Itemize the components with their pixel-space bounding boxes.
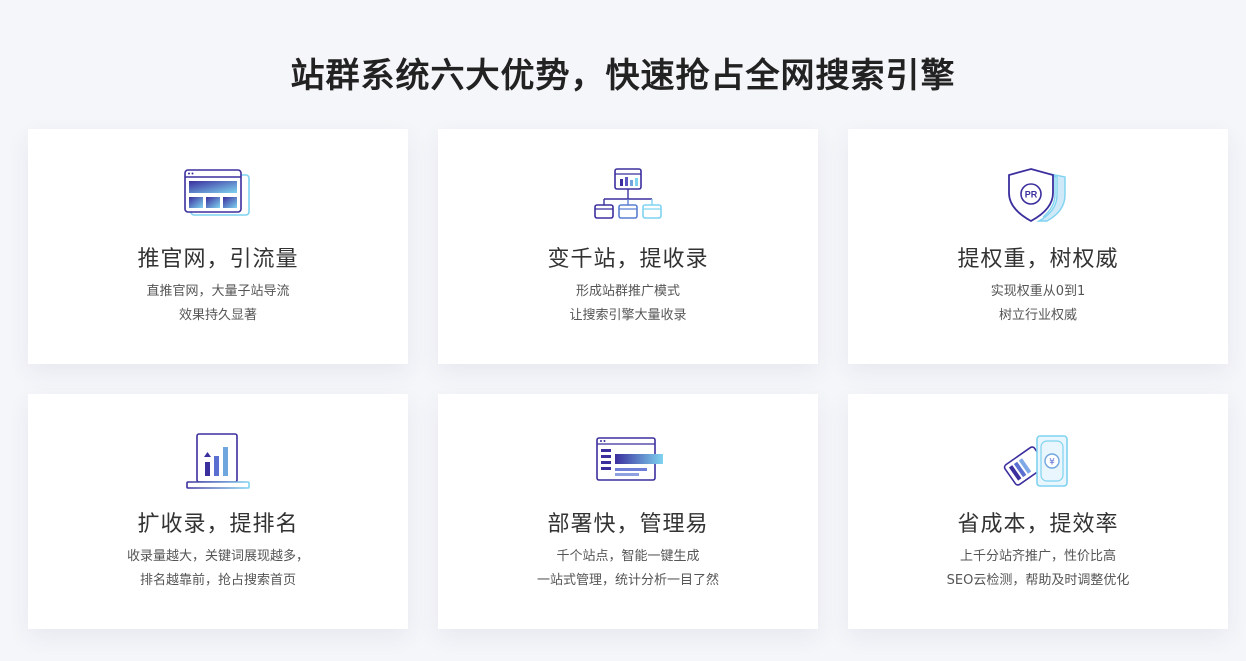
pr-shield-icon: PR xyxy=(1008,168,1066,223)
card-title: 部署快，管理易 xyxy=(547,512,709,537)
card-desc-line2: 让搜索引擎大量收录 xyxy=(569,308,687,323)
card-title: 变千站，提收录 xyxy=(547,247,709,272)
page-title: 站群系统六大优势，快速抢占全网搜索引擎 xyxy=(290,56,956,96)
advantage-card-ranking: 扩收录，提排名 收录量越大，关键词展现越多， 排名越靠前，抢占搜索首页 xyxy=(28,394,408,629)
card-desc-line1: 实现权重从0到1 xyxy=(990,284,1086,299)
card-desc-line2: 树立行业权威 xyxy=(998,308,1077,323)
svg-text:PR: PR xyxy=(1025,190,1038,200)
card-title: 推官网，引流量 xyxy=(137,247,299,272)
card-title: 省成本，提效率 xyxy=(957,512,1119,537)
advantage-card-authority: PR 提权重，树权威 实现权重从0到1 树立行业权威 xyxy=(848,129,1228,364)
advantage-card-management: 部署快，管理易 千个站点，智能一键生成 一站式管理，统计分析一目了然 xyxy=(438,394,818,629)
card-desc-line1: 收录量越大，关键词展现越多， xyxy=(126,549,309,564)
advantage-card-traffic: 推官网，引流量 直推官网，大量子站导流 效果持久显著 xyxy=(28,129,408,364)
advantages-grid: 推官网，引流量 直推官网，大量子站导流 效果持久显著 变千站，提收录 形成站群推… xyxy=(28,129,1228,629)
card-desc-line2: 排名越靠前，抢占搜索首页 xyxy=(139,573,296,588)
card-desc-line1: 千个站点，智能一键生成 xyxy=(556,549,700,564)
advantage-card-indexing: 变千站，提收录 形成站群推广模式 让搜索引擎大量收录 xyxy=(438,129,818,364)
card-desc-line2: 效果持久显著 xyxy=(178,308,257,323)
money-cards-icon: ¥ xyxy=(1003,435,1068,487)
card-desc-line2: SEO云检测，帮助及时调整优化 xyxy=(946,573,1130,588)
card-desc-line1: 上千分站齐推广，性价比高 xyxy=(959,549,1116,564)
card-title: 扩收录，提排名 xyxy=(137,512,299,537)
advantage-card-cost: ¥ 省成本，提效率 上千分站齐推广，性价比高 SEO云检测，帮助及时调整优化 xyxy=(848,394,1228,629)
card-title: 提权重，树权威 xyxy=(957,247,1119,272)
svg-text:¥: ¥ xyxy=(1049,458,1055,468)
sitemap-icon xyxy=(594,168,662,219)
card-desc-line2: 一站式管理，统计分析一目了然 xyxy=(536,573,719,588)
dashboard-window-icon xyxy=(596,437,663,481)
bar-chart-icon xyxy=(186,433,250,489)
page: 站群系统六大优势，快速抢占全网搜索引擎 推官网，引流量 直推官网，大量子站导流 … xyxy=(0,0,1246,661)
card-desc-line1: 直推官网，大量子站导流 xyxy=(146,284,290,299)
card-desc-line1: 形成站群推广模式 xyxy=(575,284,680,299)
browser-windows-icon xyxy=(184,169,250,216)
